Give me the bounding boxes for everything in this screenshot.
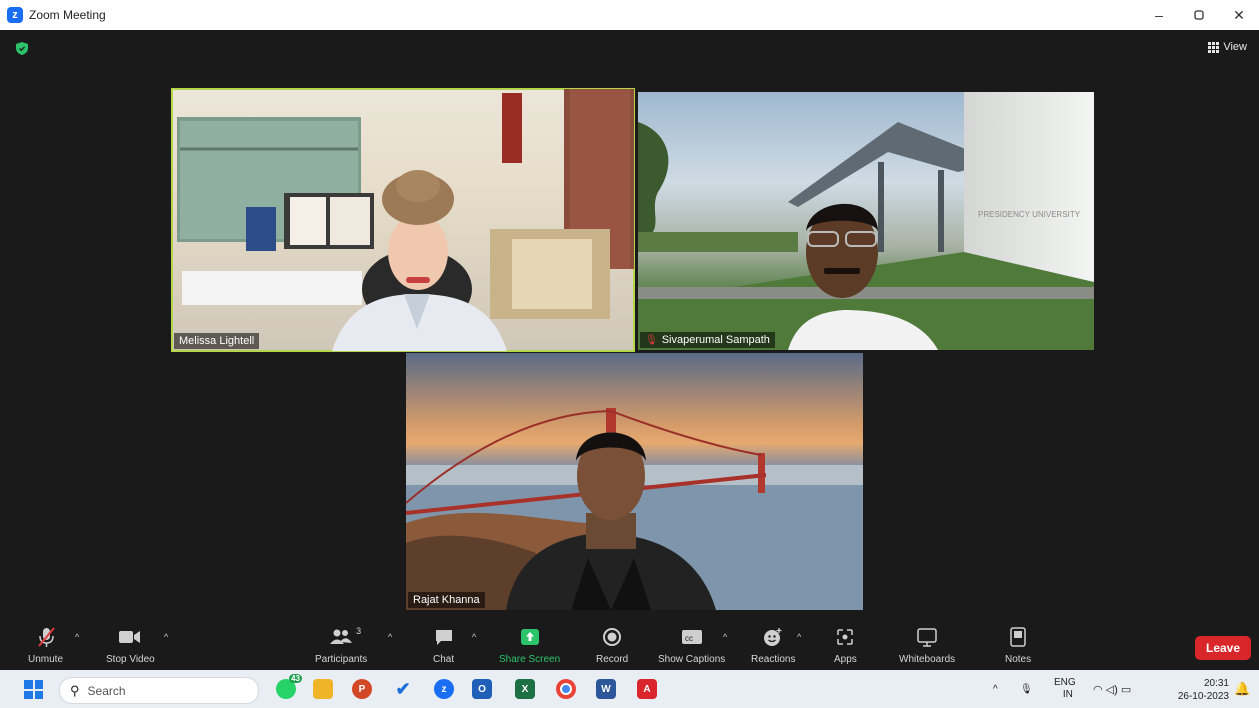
word-icon[interactable]: W — [596, 679, 616, 699]
notes-icon — [1010, 627, 1026, 647]
reactions-options-caret-icon[interactable]: ^ — [797, 632, 801, 642]
video-feed-bridge-background — [406, 408, 863, 610]
muted-mic-icon — [37, 627, 55, 647]
reactions-label: Reactions — [751, 654, 796, 665]
whatsapp-app-icon[interactable]: 43 — [276, 674, 302, 699]
zoom-logo-icon: z — [7, 7, 23, 23]
tray-overflow-icon[interactable]: ^ — [993, 670, 998, 708]
video-camera-icon — [119, 631, 141, 643]
video-feed-office — [177, 89, 634, 351]
lang-bottom: IN — [1062, 689, 1073, 700]
video-tile-sivaperumal[interactable]: PRESIDENCY UNIVERSITY 🎙 Sivaperumal Sampa… — [638, 92, 1094, 350]
window-title: Zoom Meeting — [29, 8, 106, 22]
chat-button[interactable]: Chat — [433, 626, 454, 665]
language-indicator[interactable]: ENG IN — [1054, 670, 1076, 708]
excel-icon[interactable]: X — [515, 679, 535, 699]
muted-mic-icon: 🎙 — [645, 335, 658, 346]
search-icon: ⚲ — [70, 682, 80, 698]
view-label: View — [1223, 41, 1247, 53]
video-options-caret-icon[interactable]: ^ — [164, 632, 168, 642]
chat-bubble-icon — [435, 630, 452, 645]
taskbar-search-box[interactable]: ⚲ Search — [59, 677, 259, 704]
wifi-volume-battery-icons[interactable]: ◠ ◁) ▭ — [1093, 670, 1131, 708]
maximize-button[interactable] — [1179, 0, 1219, 30]
notes-label: Notes — [1005, 654, 1032, 665]
smiley-reaction-icon — [764, 628, 782, 646]
zoom-app-icon[interactable]: z — [434, 679, 454, 699]
show-captions-label: Show Captions — [658, 654, 726, 665]
video-feed-campus: PRESIDENCY UNIVERSITY — [638, 92, 1094, 350]
meeting-toolbar: Unmute ^ Stop Video ^ 3 Participants ^ C… — [0, 620, 1259, 670]
record-button[interactable]: Record — [596, 626, 628, 665]
participant-name-label: Melissa Lightell — [174, 333, 260, 349]
video-tile-rajat[interactable]: Rajat Khanna — [406, 353, 863, 610]
wifi-icon: ◠ — [1093, 683, 1103, 696]
windows-taskbar: ⚲ Search 43 P ✔ z O X W A ^ 🎙 ENG IN ◠ ◁… — [0, 670, 1259, 708]
record-icon — [603, 628, 622, 646]
share-screen-icon — [520, 629, 539, 645]
whiteboard-icon — [917, 628, 937, 647]
participants-options-caret-icon[interactable]: ^ — [388, 632, 392, 642]
stop-video-button[interactable]: Stop Video — [106, 626, 155, 665]
leave-button[interactable]: Leave — [1195, 636, 1251, 660]
closed-captions-icon: cc — [681, 630, 702, 644]
minimize-button[interactable]: – — [1139, 0, 1179, 30]
meeting-area: View Melissa Lightell PRESIDENCY UNIVERS… — [0, 30, 1259, 620]
captions-options-caret-icon[interactable]: ^ — [723, 632, 727, 642]
video-tile-melissa[interactable]: Melissa Lightell — [171, 88, 635, 352]
participant-name-label: 🎙 Sivaperumal Sampath — [640, 332, 775, 348]
security-shield-icon[interactable] — [16, 42, 28, 55]
campus-sign-text: PRESIDENCY UNIVERSITY — [978, 210, 1081, 219]
apps-button[interactable]: Apps — [834, 626, 857, 665]
participants-label: Participants — [315, 654, 368, 665]
outlook-icon[interactable]: O — [472, 679, 492, 699]
close-button[interactable]: ✕ — [1219, 0, 1259, 30]
taskbar-clock[interactable]: 20:31 26-10-2023 — [1178, 677, 1229, 703]
svg-text:cc: cc — [685, 634, 693, 643]
share-screen-label: Share Screen — [499, 654, 561, 665]
restore-icon — [1194, 10, 1204, 20]
participants-count: 3 — [356, 626, 362, 636]
whiteboards-label: Whiteboards — [899, 654, 956, 665]
chat-options-caret-icon[interactable]: ^ — [472, 632, 476, 642]
participants-button[interactable]: 3 Participants — [315, 626, 367, 665]
volume-icon: ◁) — [1105, 683, 1118, 696]
file-explorer-icon[interactable] — [313, 679, 333, 699]
participants-icon — [330, 629, 353, 644]
reactions-button[interactable]: Reactions — [751, 626, 795, 665]
audio-options-caret-icon[interactable]: ^ — [75, 632, 79, 642]
clock-date: 26-10-2023 — [1177, 691, 1229, 702]
vscode-check-icon[interactable]: ✔ — [393, 679, 413, 699]
record-label: Record — [596, 654, 629, 665]
unmute-button[interactable]: Unmute — [28, 626, 63, 665]
apps-icon — [837, 629, 854, 645]
notification-bell-icon[interactable]: 🔔 — [1234, 670, 1250, 708]
title-bar: z Zoom Meeting – ✕ — [0, 0, 1259, 30]
participant-name: Sivaperumal Sampath — [661, 334, 770, 346]
search-placeholder: Search — [87, 683, 126, 698]
chat-label: Chat — [433, 654, 455, 665]
chrome-icon[interactable] — [556, 679, 576, 699]
battery-icon: ▭ — [1120, 683, 1132, 696]
notes-button[interactable]: Notes — [1005, 626, 1031, 665]
stop-video-label: Stop Video — [106, 654, 155, 665]
clock-time: 20:31 — [1203, 678, 1229, 689]
participant-name-label: Rajat Khanna — [408, 592, 485, 608]
apps-label: Apps — [834, 654, 857, 665]
view-button[interactable]: View — [1208, 41, 1247, 53]
whiteboards-button[interactable]: Whiteboards — [899, 626, 955, 665]
show-captions-button[interactable]: cc Show Captions — [658, 626, 725, 665]
powerpoint-icon[interactable]: P — [352, 679, 372, 699]
unmute-label: Unmute — [28, 654, 64, 665]
lang-top: ENG — [1054, 677, 1076, 688]
whatsapp-badge: 43 — [289, 674, 302, 683]
grid-view-icon — [1208, 41, 1220, 53]
windows-start-icon[interactable] — [24, 680, 43, 699]
tray-microphone-icon[interactable]: 🎙 — [1020, 670, 1033, 708]
share-screen-button[interactable]: Share Screen — [499, 626, 560, 665]
acrobat-icon[interactable]: A — [637, 679, 657, 699]
